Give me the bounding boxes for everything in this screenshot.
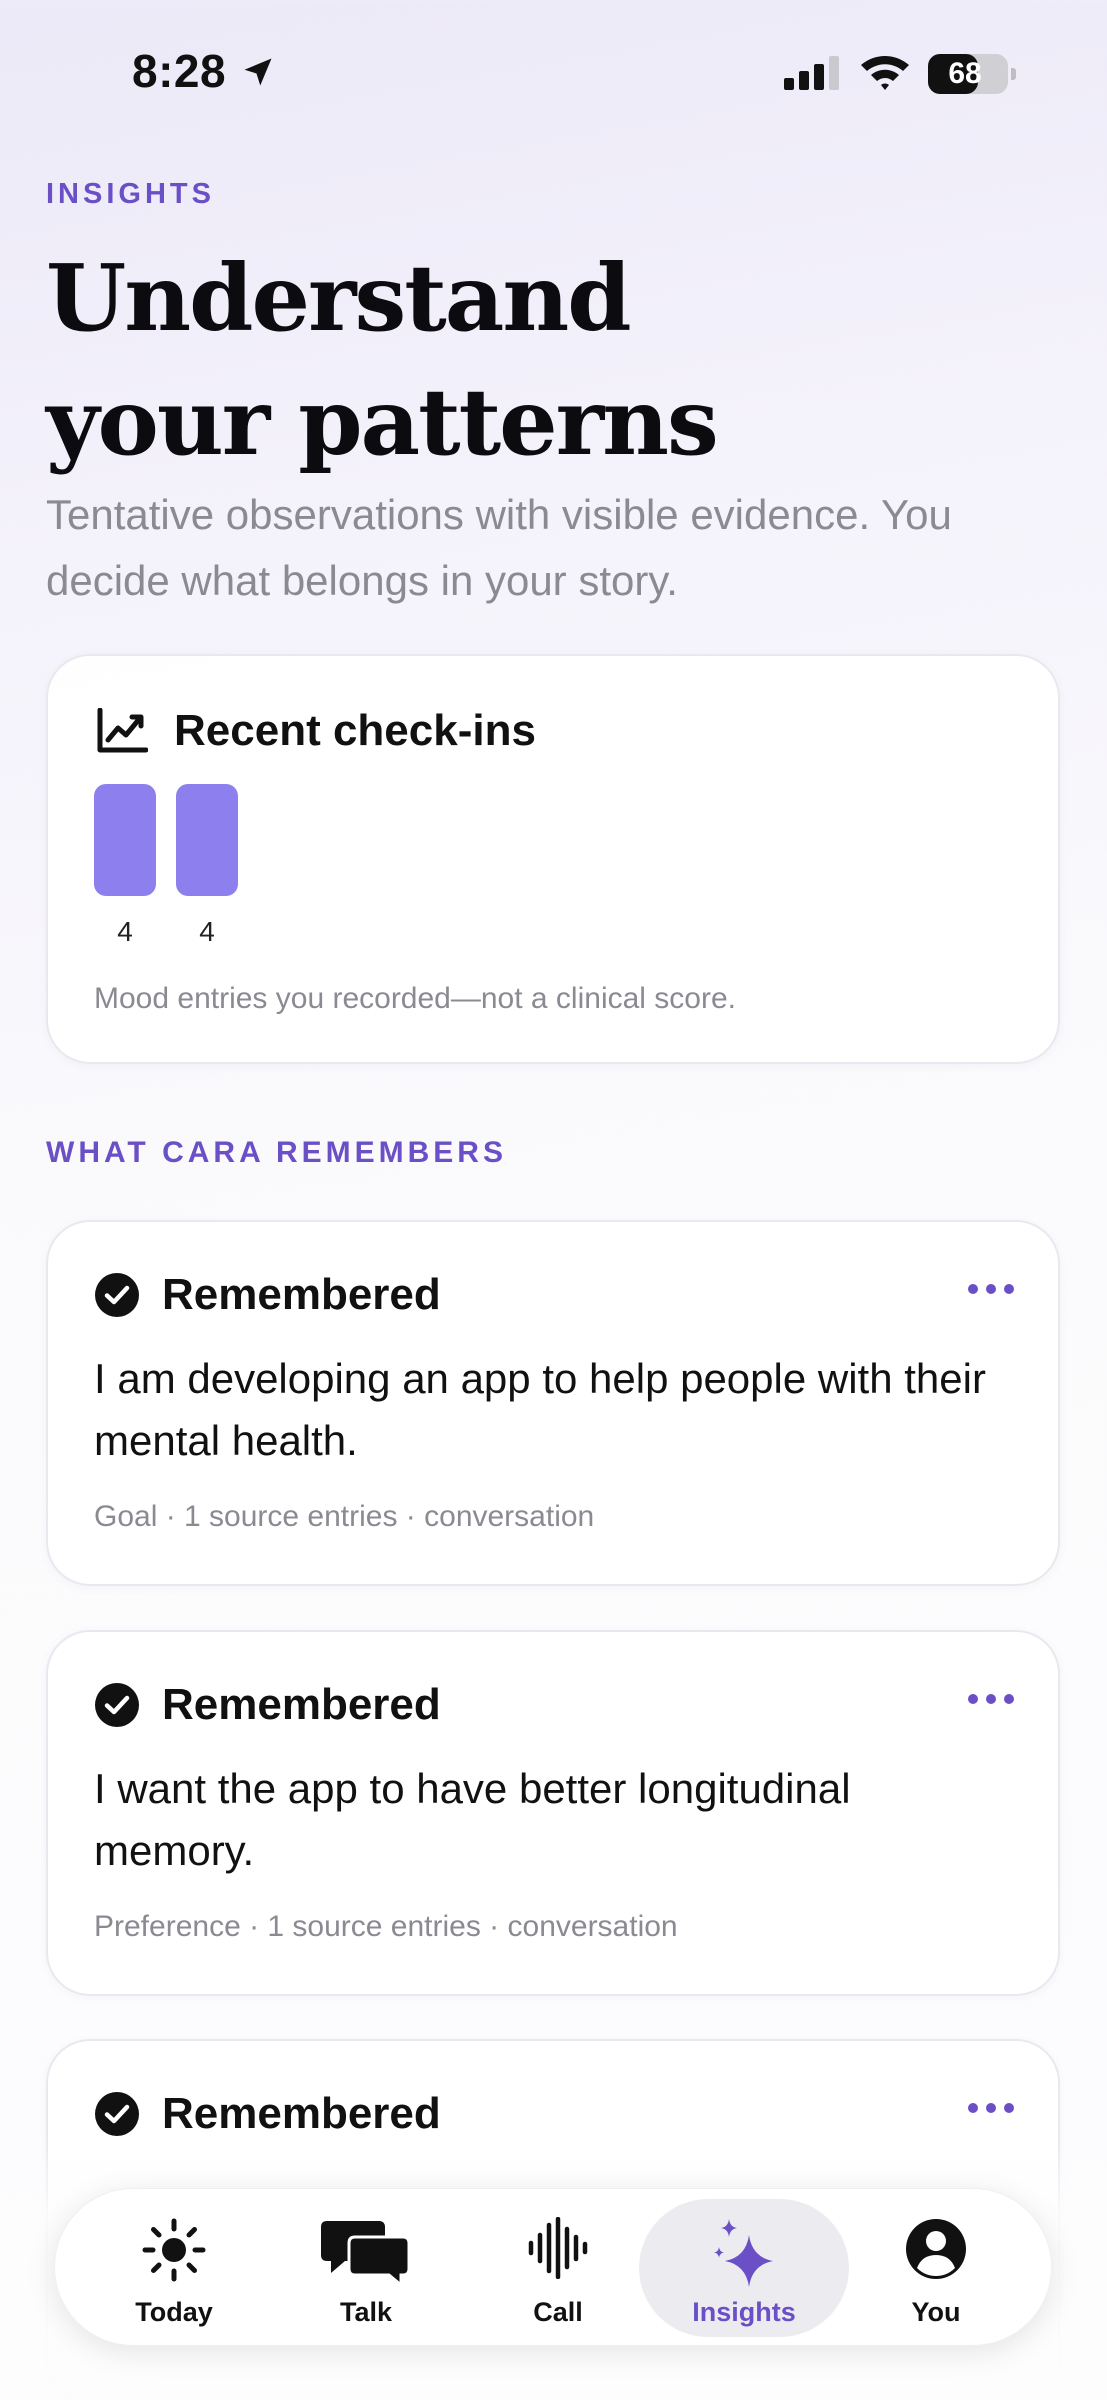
memory-text: I am developing an app to help people wi… [94,1355,986,1464]
memory-header: Remembered [94,1270,441,1320]
more-options-button[interactable] [968,1284,1014,1294]
memory-card[interactable]: Remembered I am developing an app to hel… [46,1220,1060,1586]
memory-header: Remembered [94,1680,441,1730]
tab-label: Insights [692,2297,796,2327]
page-subtitle: Tentative observations with visible evid… [46,491,952,604]
tab-label: Call [533,2297,583,2327]
tab-talk[interactable]: Talk [271,2189,461,2347]
checkins-caption: Mood entries you recorded—not a clinical… [94,982,736,1015]
tab-label: You [911,2297,961,2327]
checkmark-circle-icon [95,1273,139,1317]
memory-status: Remembered [162,1680,441,1729]
more-options-button[interactable] [968,2103,1014,2113]
more-options-button[interactable] [968,1694,1014,1704]
waveform-icon [528,2217,588,2279]
checkins-header: Recent check-ins [96,706,536,756]
person-circle-icon [906,2219,966,2279]
memory-status: Remembered [162,1270,441,1319]
memory-text: I want the app to have better longitudin… [94,1765,851,1874]
checkin-bar [94,784,156,896]
sparkles-icon [714,2219,773,2287]
sun-icon [142,2218,206,2282]
wifi-icon [861,56,909,90]
battery-percent: 68 [948,57,982,90]
tab-label: Today [135,2297,213,2327]
memory-header: Remembered [94,2089,441,2139]
checkmark-circle-icon [95,2092,139,2136]
location-arrow-icon [244,58,272,86]
checkmark-circle-icon [95,1683,139,1727]
battery-indicator: 68 [928,54,1016,94]
cellular-signal-icon [784,56,839,90]
page-eyebrow: INSIGHTS [46,178,215,210]
checkins-bar-chart: 44 [94,784,394,947]
tab-call[interactable]: Call [463,2189,653,2347]
tab-insights[interactable]: Insights [639,2189,849,2347]
tab-you[interactable]: You [841,2189,1031,2347]
memory-meta: Preference · 1 source entries · conversa… [94,1910,678,1943]
checkin-bar-label: 4 [117,916,133,947]
tab-bar: Today Talk Call Insights You [54,2188,1052,2346]
memory-meta: Goal · 1 source entries · conversation [94,1500,595,1533]
memory-card[interactable]: Remembered I want the app to have better… [46,1630,1060,1996]
page-title: Understand your patterns [46,244,719,476]
checkin-bar-label: 4 [199,916,215,947]
status-time: 8:28 [132,45,227,97]
memory-status: Remembered [162,2089,441,2138]
checkin-bar [176,784,238,896]
memories-section-label: WHAT CARA REMEMBERS [46,1136,507,1169]
tab-today[interactable]: Today [79,2189,269,2347]
tab-label: Talk [339,2297,393,2327]
status-bar: 8:28 68 [0,0,1107,150]
recent-checkins-card[interactable]: Recent check-ins 44 Mood entries you rec… [46,654,1060,1064]
chat-bubbles-icon [321,2221,411,2287]
line-chart-icon [97,708,148,753]
checkins-title: Recent check-ins [174,706,536,755]
